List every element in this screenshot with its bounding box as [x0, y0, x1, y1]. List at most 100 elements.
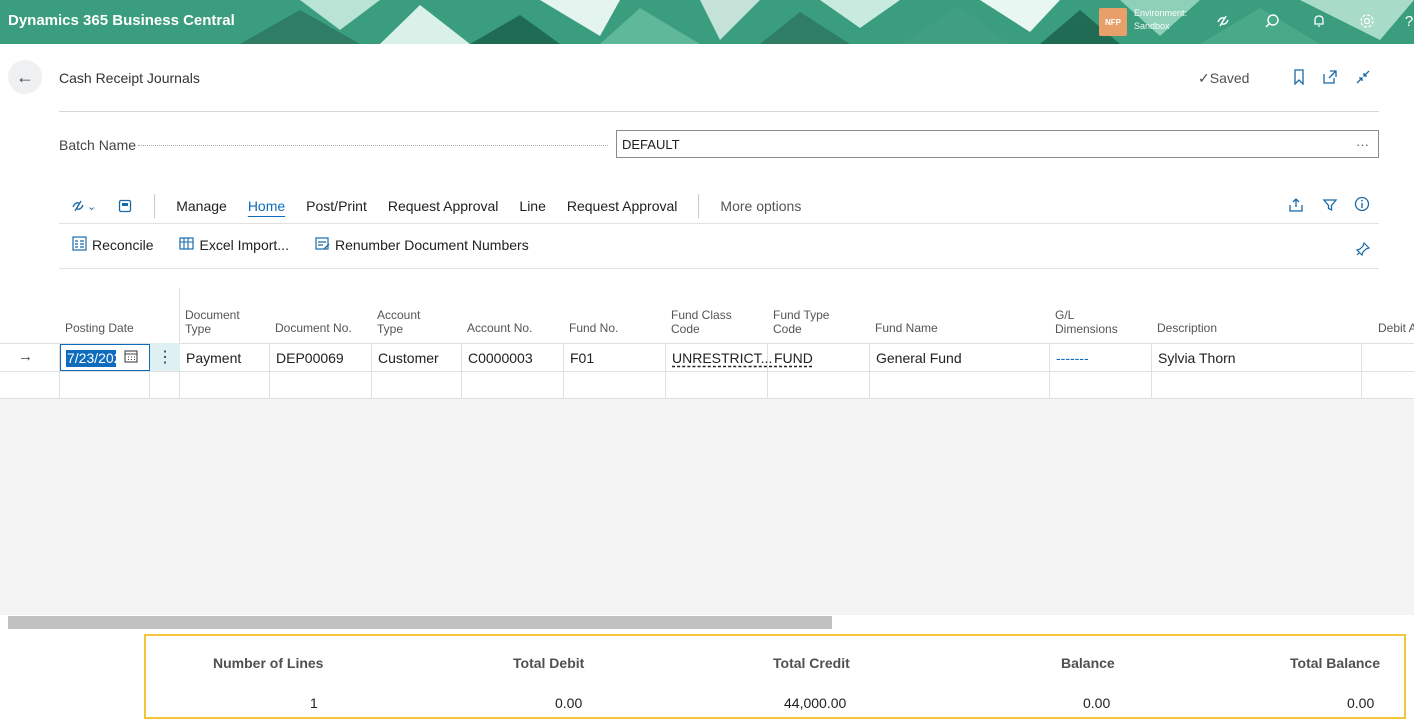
- saved-status: ✓Saved: [1198, 70, 1249, 87]
- environment-label: Environment:: [1134, 8, 1188, 18]
- environment-badge[interactable]: NFP: [1099, 8, 1127, 36]
- horizontal-scrollbar[interactable]: [8, 616, 832, 629]
- filter-icon[interactable]: [1320, 194, 1340, 216]
- posting-date-input[interactable]: 7/23/202: [60, 344, 150, 371]
- col-divider: [371, 343, 372, 399]
- cell-document-no[interactable]: DEP00069: [276, 350, 344, 366]
- search-icon[interactable]: [1261, 10, 1283, 32]
- batch-name-value: DEFAULT: [622, 137, 680, 152]
- cell-fund-name[interactable]: General Fund: [876, 350, 962, 366]
- column-header-gl-dimensions[interactable]: G/L Dimensions: [1055, 308, 1118, 336]
- help-icon[interactable]: ?: [1398, 10, 1414, 32]
- renumber-document-numbers-button[interactable]: Renumber Document Numbers: [315, 236, 529, 254]
- cell-fund-class-code[interactable]: UNRESTRICT...: [672, 350, 772, 366]
- cell-account-type[interactable]: Customer: [378, 350, 439, 366]
- copilot-icon[interactable]: [1212, 10, 1234, 32]
- open-new-window-icon[interactable]: [1320, 66, 1340, 88]
- arrow-left-icon: ←: [16, 66, 34, 87]
- cell-account-no[interactable]: C0000003: [468, 350, 533, 366]
- pin-icon[interactable]: [1353, 238, 1373, 260]
- total-debit-value: 0.00: [555, 695, 583, 711]
- command-divider: [59, 268, 1379, 269]
- header-line: Fund Type: [773, 308, 830, 322]
- header-line: Fund Class: [671, 308, 732, 322]
- column-header-account-no[interactable]: Account No.: [467, 321, 532, 335]
- tab-request-approval[interactable]: Request Approval: [388, 198, 499, 214]
- header-line: Code: [671, 322, 700, 336]
- info-icon[interactable]: [1352, 193, 1372, 215]
- excel-import-icon: [179, 236, 195, 254]
- header-row-divider: [0, 343, 1414, 344]
- cell-document-type[interactable]: Payment: [186, 350, 241, 366]
- column-header-account-type[interactable]: Account Type: [377, 308, 420, 336]
- total-credit-value: 44,000.00: [784, 695, 847, 711]
- column-header-description[interactable]: Description: [1157, 321, 1217, 335]
- saved-label: Saved: [1209, 70, 1250, 86]
- column-header-document-type[interactable]: Document Type: [185, 308, 240, 336]
- grid-empty-area: [0, 399, 1414, 615]
- header-line: Account: [377, 308, 421, 322]
- edit-list-icon[interactable]: [118, 199, 132, 213]
- column-header-fund-class-code[interactable]: Fund Class Code: [671, 308, 732, 336]
- col-divider: [869, 343, 870, 399]
- chevron-down-icon[interactable]: ⌄: [87, 200, 96, 213]
- copilot-dropdown-icon[interactable]: [71, 199, 87, 213]
- totals-footer: Number of Lines 1 Total Debit 0.00 Total…: [144, 634, 1406, 719]
- settings-gear-icon[interactable]: [1356, 10, 1378, 32]
- column-header-posting-date[interactable]: Posting Date: [65, 321, 134, 335]
- back-button[interactable]: ←: [8, 60, 42, 94]
- command-bar: Reconcile Excel Import... Renumber Docum…: [72, 236, 555, 254]
- column-header-document-no[interactable]: Document No.: [275, 321, 352, 335]
- header-line: Type: [185, 322, 212, 336]
- row-actions-icon[interactable]: ⋮: [150, 343, 180, 371]
- reconcile-button[interactable]: Reconcile: [72, 236, 153, 254]
- col-divider: [1151, 343, 1152, 399]
- excel-import-label: Excel Import...: [199, 237, 289, 253]
- current-row-arrow-icon: →: [18, 348, 33, 365]
- field-leader-dots: [138, 145, 608, 146]
- notification-bell-icon[interactable]: [1308, 10, 1330, 32]
- action-separator: [154, 194, 156, 218]
- header-line: Document: [185, 308, 240, 322]
- column-header-fund-type-code[interactable]: Fund Type Code: [773, 308, 829, 336]
- tab-line[interactable]: Line: [519, 198, 545, 214]
- cell-gl-dimensions[interactable]: -------: [1056, 350, 1089, 366]
- calendar-icon[interactable]: [124, 349, 138, 366]
- bookmark-icon[interactable]: [1289, 66, 1309, 88]
- header-line: Code: [773, 322, 802, 336]
- col-divider: [1049, 343, 1050, 399]
- header-line: Dimensions: [1055, 322, 1118, 336]
- cell-fund-no[interactable]: F01: [570, 350, 594, 366]
- cell-fund-type-code[interactable]: FUND: [774, 350, 813, 366]
- environment-info[interactable]: Environment: Sandbox: [1134, 7, 1187, 33]
- header-divider: [59, 111, 1379, 112]
- total-balance-label: Total Balance: [1290, 655, 1380, 671]
- excel-import-button[interactable]: Excel Import...: [179, 236, 289, 254]
- balance-label: Balance: [1061, 655, 1115, 671]
- tab-request-approval-line[interactable]: Request Approval: [567, 198, 678, 214]
- col-divider: [665, 343, 666, 399]
- share-icon[interactable]: [1286, 194, 1306, 216]
- journal-lines-grid: Posting Date Document Type Document No. …: [0, 288, 1414, 399]
- checkmark-icon: ✓: [1198, 70, 1210, 86]
- cell-description[interactable]: Sylvia Thorn: [1158, 350, 1236, 366]
- number-of-lines-value: 1: [310, 695, 318, 711]
- header-line: Type: [377, 322, 404, 336]
- batch-name-label: Batch Name: [59, 137, 137, 153]
- reconcile-label: Reconcile: [92, 237, 154, 253]
- lookup-ellipsis-button[interactable]: ···: [1356, 137, 1369, 152]
- action-separator: [698, 194, 700, 218]
- col-divider: [461, 343, 462, 399]
- app-title[interactable]: Dynamics 365 Business Central: [8, 12, 235, 29]
- tab-post-print[interactable]: Post/Print: [306, 198, 367, 214]
- tab-home[interactable]: Home: [248, 198, 285, 214]
- column-header-fund-name[interactable]: Fund Name: [875, 321, 938, 335]
- row-divider: [0, 371, 1414, 372]
- tab-manage[interactable]: Manage: [176, 198, 227, 214]
- batch-name-input[interactable]: DEFAULT ···: [616, 130, 1379, 158]
- column-header-fund-no[interactable]: Fund No.: [569, 321, 618, 335]
- total-debit-label: Total Debit: [513, 655, 585, 671]
- more-options-button[interactable]: More options: [720, 198, 801, 214]
- collapse-icon[interactable]: [1353, 66, 1373, 88]
- column-header-debit-amount[interactable]: Debit A: [1378, 321, 1414, 335]
